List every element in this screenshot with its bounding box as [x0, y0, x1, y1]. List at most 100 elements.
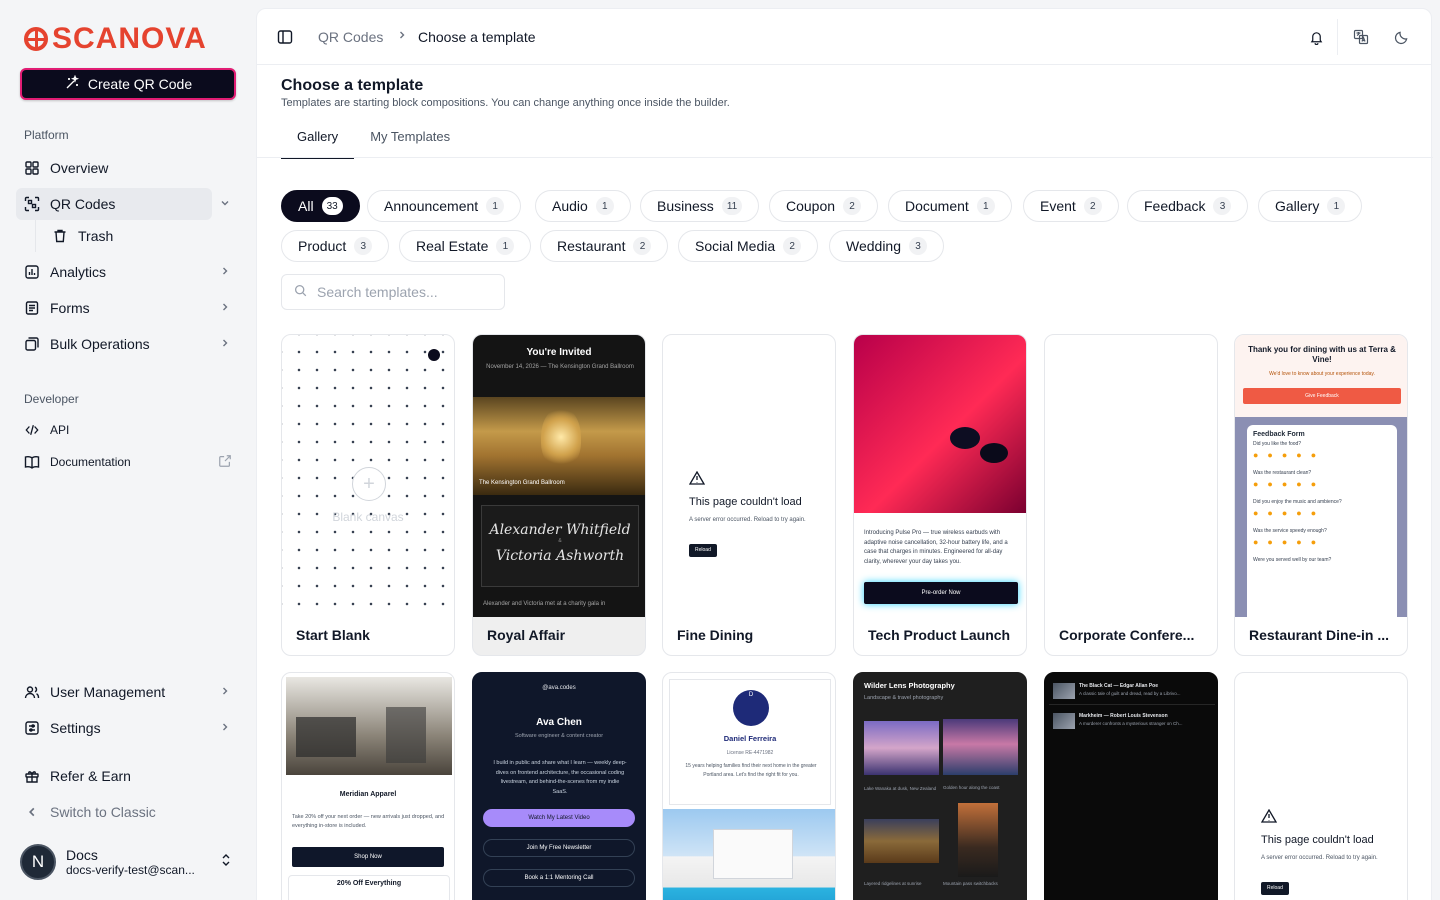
- form-icon: [24, 300, 40, 316]
- shop-now-button[interactable]: Shop Now: [292, 847, 444, 867]
- template-card-corporate-conference[interactable]: Corporate Confere...: [1044, 334, 1218, 656]
- chip-label: Business: [657, 198, 714, 214]
- template-card-wilder-lens-photography[interactable]: Wilder Lens Photography Landscape & trav…: [853, 672, 1027, 900]
- sidebar-item-documentation[interactable]: Documentation: [16, 446, 240, 478]
- sidebar-item-settings[interactable]: Settings: [16, 712, 240, 744]
- chip-count: 3: [909, 237, 928, 255]
- sidebar-toggle-icon[interactable]: [277, 29, 293, 48]
- bell-icon[interactable]: [1306, 27, 1326, 47]
- category-chip-document[interactable]: Document 1: [888, 190, 1012, 222]
- category-chip-event[interactable]: Event 2: [1023, 190, 1119, 222]
- tab-my-templates[interactable]: My Templates: [354, 119, 466, 159]
- sidebar-item-overview[interactable]: Overview: [16, 152, 240, 184]
- moon-icon[interactable]: [1391, 27, 1411, 47]
- pre-order-button[interactable]: Pre-order Now: [864, 582, 1018, 604]
- template-name: Royal Affair: [487, 627, 566, 643]
- template-card-error[interactable]: This page couldn't load A server error o…: [1234, 672, 1408, 900]
- sidebar-item-api[interactable]: API: [16, 414, 240, 446]
- search-input[interactable]: Search templates...: [281, 274, 505, 310]
- dot-marker: [428, 349, 440, 361]
- book-row[interactable]: Markheim — Robert Louis Stevenson A murd…: [1049, 707, 1215, 735]
- chip-label: Wedding: [846, 238, 902, 254]
- chip-label: Coupon: [786, 198, 836, 214]
- category-chip-real-estate[interactable]: Real Estate 1: [399, 230, 532, 262]
- chevron-left-icon: [24, 804, 40, 820]
- book-desc: A murderer confronts a mysterious strang…: [1079, 721, 1183, 726]
- sidebar-item-analytics[interactable]: Analytics: [16, 256, 240, 288]
- link-button[interactable]: Watch My Latest Video: [483, 809, 635, 827]
- earbud-left: [950, 427, 980, 449]
- template-card-tech-product-launch[interactable]: Introducing Pulse Pro — true wireless ea…: [853, 334, 1027, 656]
- sidebar-item-refer-earn[interactable]: Refer & Earn: [16, 760, 240, 792]
- chevron-down-icon[interactable]: [220, 197, 230, 211]
- corporate-conference-preview: [1045, 335, 1217, 617]
- template-card-meridian-apparel[interactable]: Meridian Apparel Take 20% off your next …: [281, 672, 455, 900]
- chip-count: 2: [633, 237, 652, 255]
- sidebar-item-label: User Management: [50, 684, 166, 700]
- category-chip-social-media[interactable]: Social Media 2: [678, 230, 819, 262]
- question-4: Was the service speedy enough?: [1253, 528, 1327, 534]
- language-icon[interactable]: [1351, 27, 1371, 47]
- sidebar-item-label: Forms: [50, 300, 90, 316]
- category-chip-audio[interactable]: Audio 1: [535, 190, 631, 222]
- developer-section-label: Developer: [24, 392, 79, 406]
- category-chip-announcement[interactable]: Announcement 1: [367, 190, 522, 222]
- sidebar-item-label: Refer & Earn: [50, 768, 131, 784]
- sidebar-item-forms[interactable]: Forms: [16, 292, 240, 324]
- book-row[interactable]: The Black Cat — Edgar Allan Poe A classi…: [1049, 677, 1215, 705]
- template-card-daniel-ferreira[interactable]: D Daniel Ferreira License RE-4471982 15 …: [662, 672, 836, 900]
- sidebar: SCANOVA Create QR Code Platform Overview…: [0, 0, 256, 900]
- category-chip-restaurant[interactable]: Restaurant 2: [540, 230, 669, 262]
- template-card-royal-affair[interactable]: You're Invited November 14, 2026 — The K…: [472, 334, 646, 656]
- category-chip-wedding[interactable]: Wedding 3: [829, 230, 945, 262]
- category-chip-product[interactable]: Product 3: [281, 230, 390, 262]
- emoji-rating[interactable]: ●●●●●: [1253, 508, 1391, 518]
- tree-line: [35, 220, 36, 252]
- clothes-rack: [296, 717, 356, 757]
- sidebar-item-bulk-operations[interactable]: Bulk Operations: [16, 328, 240, 360]
- breadcrumb-parent[interactable]: QR Codes: [318, 29, 383, 45]
- person-name: Ava Chen: [536, 717, 582, 728]
- trash-icon: [52, 228, 68, 244]
- sidebar-item-qr-codes[interactable]: QR Codes: [16, 188, 229, 220]
- template-card-ava-chen[interactable]: @ava.codes Ava Chen Software engineer & …: [472, 672, 646, 900]
- tab-gallery[interactable]: Gallery: [281, 119, 355, 159]
- category-chip-all[interactable]: All 33: [281, 190, 360, 222]
- offer-box: 20% Off Everything: [288, 875, 450, 900]
- template-card-fine-dining[interactable]: This page couldn't load A server error o…: [662, 334, 836, 656]
- chip-label: Event: [1040, 198, 1076, 214]
- category-chip-gallery[interactable]: Gallery 1: [1258, 190, 1363, 222]
- qr-scan-icon: [24, 196, 40, 212]
- give-feedback-button[interactable]: Give Feedback: [1243, 388, 1401, 404]
- template-card-restaurant-dine-in[interactable]: Thank you for dining with us at Terra & …: [1234, 334, 1408, 656]
- template-name: Start Blank: [296, 627, 370, 643]
- chip-count: 3: [354, 237, 373, 255]
- link-button[interactable]: Join My Free Newsletter: [483, 839, 635, 857]
- user-name: Docs: [66, 847, 98, 863]
- logo-icon: [24, 27, 48, 51]
- category-chip-coupon[interactable]: Coupon 2: [769, 190, 879, 222]
- link-button[interactable]: Book a 1:1 Mentoring Call: [483, 869, 635, 887]
- category-chip-feedback[interactable]: Feedback 3: [1127, 190, 1249, 222]
- template-card-audiobooks[interactable]: The Black Cat — Edgar Allan Poe A classi…: [1044, 672, 1218, 900]
- emoji-rating[interactable]: ●●●●●: [1253, 479, 1391, 489]
- tech-product-preview: Introducing Pulse Pro — true wireless ea…: [854, 335, 1026, 617]
- create-qr-code-button[interactable]: Create QR Code: [20, 68, 236, 100]
- reload-button[interactable]: Reload: [1261, 882, 1289, 895]
- question-1: Did you like the food?: [1253, 441, 1302, 447]
- sidebar-item-user-management[interactable]: User Management: [16, 676, 240, 708]
- template-card-start-blank[interactable]: + Blank canvas Start Blank: [281, 334, 455, 656]
- sidebar-item-trash[interactable]: Trash: [44, 220, 224, 252]
- sidebar-item-label: QR Codes: [50, 196, 116, 212]
- name-two: Victoria Ashworth: [495, 548, 625, 564]
- sparkle-icon: [64, 74, 80, 94]
- sidebar-item-switch-to-classic[interactable]: Switch to Classic: [16, 796, 240, 828]
- emoji-rating[interactable]: ●●●●●: [1253, 537, 1391, 547]
- gallery-subtitle: Landscape & travel photography: [864, 695, 944, 701]
- chevron-up-down-icon: [220, 852, 232, 871]
- category-chip-business[interactable]: Business 11: [640, 190, 760, 222]
- brand-logo[interactable]: SCANOVA: [24, 24, 207, 54]
- user-menu[interactable]: N Docs docs-verify-test@scan...: [16, 838, 240, 886]
- emoji-rating[interactable]: ●●●●●: [1253, 450, 1391, 460]
- reload-button[interactable]: Reload: [689, 544, 717, 557]
